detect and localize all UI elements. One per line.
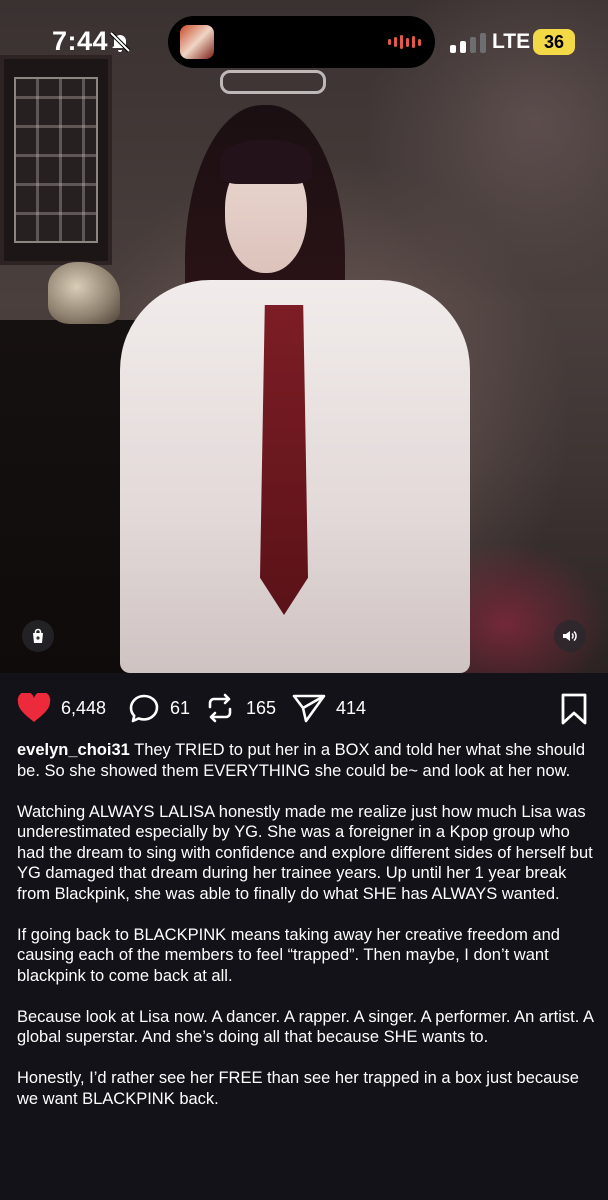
audio-waveform-icon: [388, 35, 421, 49]
comment-button[interactable]: 61: [128, 693, 190, 723]
caption-first-paragraph: evelyn_choi31 They TRIED to put her in a…: [17, 740, 595, 781]
repost-count: 165: [246, 697, 277, 718]
send-icon: [292, 693, 326, 723]
clock: 7:44: [52, 26, 109, 56]
share-button[interactable]: 414: [292, 693, 366, 723]
caption-paragraph: Honestly, I’d rather see her FREE than s…: [17, 1069, 579, 1108]
post-actions-bar: 6,448 61 165 414: [0, 673, 608, 743]
username-link[interactable]: evelyn_choi31: [17, 741, 130, 759]
share-count: 414: [336, 697, 367, 718]
like-button[interactable]: 6,448: [17, 693, 106, 723]
caption-paragraph: Watching ALWAYS LALISA honestly made me …: [17, 802, 593, 903]
speaker-icon[interactable]: [554, 620, 586, 652]
like-count: 6,448: [61, 697, 107, 718]
network-type: LTE: [492, 30, 531, 53]
post-video[interactable]: [0, 0, 608, 673]
battery-indicator: 36: [533, 29, 575, 55]
repost-icon: [204, 693, 236, 723]
dynamic-island[interactable]: [168, 16, 435, 68]
now-playing-artwork: [180, 25, 214, 59]
silent-bell-icon: [108, 30, 132, 54]
status-bar: 7:44 LTE 36: [0, 0, 608, 90]
bookmark-button[interactable]: [560, 693, 588, 730]
person: [110, 60, 490, 673]
repost-button[interactable]: 165: [204, 693, 276, 723]
shopping-bag-icon[interactable]: [22, 620, 54, 652]
cell-signal-icon: [450, 33, 486, 53]
comment-count: 61: [170, 697, 191, 718]
post-caption: evelyn_choi31 They TRIED to put her in a…: [17, 740, 595, 1130]
comment-icon: [128, 693, 160, 723]
caption-paragraph: Because look at Lisa now. A dancer. A ra…: [17, 1007, 594, 1047]
bookmark-icon: [560, 693, 588, 729]
caption-paragraph: If going back to BLACKPINK means taking …: [17, 925, 560, 985]
heart-icon: [17, 693, 51, 723]
